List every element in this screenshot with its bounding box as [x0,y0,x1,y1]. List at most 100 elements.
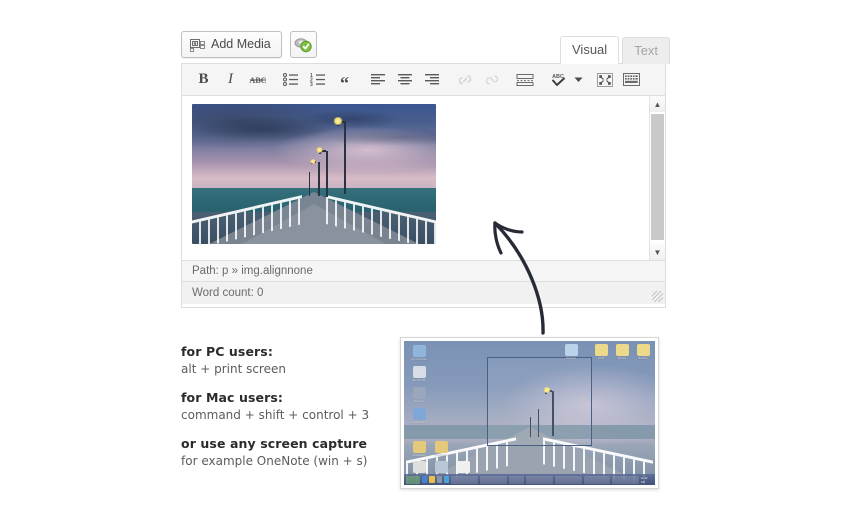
desktop-icon-left-5[interactable]: Documents [430,441,452,457]
desktop-icon-label: Downloads [412,454,426,457]
add-media-label: Add Media [211,37,271,51]
desktop-icon-glyph [412,408,426,420]
tab-visual[interactable]: Visual [560,36,620,64]
editor-toolbar: B I ABC 1 2 3 “ ABC [182,64,665,96]
desktop-taskbar[interactable]: 11:42 AM [404,474,655,485]
insert-link-icon[interactable] [451,67,478,93]
svg-text:3: 3 [310,82,313,86]
quicklaunch-icon-0[interactable] [422,476,428,483]
desktop-icon-glyph [412,441,426,453]
desktop-icon-right-4[interactable]: Projects [653,344,655,360]
bulleted-list-icon[interactable] [277,67,304,93]
desktop-icon-label: Recycle Bin [412,379,426,382]
taskbar-item-0[interactable] [451,475,478,484]
photo-lamp-4 [309,172,310,196]
blockquote-icon[interactable]: “ [331,67,358,93]
instruction-mac: for Mac users: command + shift + control… [181,390,381,422]
desktop-screen: My Computer Recycle Bin Network Control … [404,341,655,485]
taskbar-item-6[interactable] [612,475,639,484]
word-count-text: Word count: 0 [192,287,264,299]
scrollbar-down-arrow[interactable]: ▼ [650,244,665,260]
annotation-arrow [468,205,578,335]
spellcheck-icon[interactable]: ABC [544,67,571,93]
taskbar-clock[interactable]: 11:42 AM [641,476,653,484]
desktop-icon-left-2[interactable]: Network [408,387,430,403]
editor-scrollbar[interactable]: ▲ ▼ [649,96,665,260]
desktop-icon-label: Backup [638,357,648,360]
instruction-pc-heading: for PC users: [181,344,273,359]
desktop-icon-glyph [456,461,470,473]
photo-lamp-3 [310,159,320,196]
desktop-icon-right-1[interactable]: Work [590,344,612,360]
screenshot-root: Add Media Visual Text B I ABC 1 2 3 “ AB… [0,0,851,515]
desktop-icon-label: Media [653,401,655,404]
editor-path-statusbar: Path: p » img.alignnone [182,260,665,281]
taskbar-start-button[interactable] [406,475,421,484]
read-more-icon[interactable] [511,67,538,93]
desktop-icon-left-4[interactable]: Downloads [408,441,430,457]
desktop-icon-right-2[interactable]: Photos [611,344,633,360]
seo-check-badge-button[interactable] [289,31,317,58]
align-right-icon[interactable] [418,67,445,93]
quicklaunch-icon-2[interactable] [436,476,443,483]
desktop-icon-glyph [412,345,426,357]
desktop-icon-label: My Computer [411,358,427,361]
spellcheck-dropdown-icon[interactable] [571,67,585,93]
taskbar-item-4[interactable] [555,475,582,484]
photo-clouds [192,104,436,188]
italic-icon[interactable]: I [217,67,244,93]
path-status-text: Path: p » img.alignnone [192,265,313,277]
desktop-icon-label: Shared [653,450,655,453]
unlink-icon[interactable] [478,67,505,93]
desktop-icon-label: Screens [566,357,576,360]
align-center-icon[interactable] [391,67,418,93]
bold-icon[interactable]: B [190,67,217,93]
instruction-pc: for PC users: alt + print screen [181,344,381,376]
scrollbar-thumb[interactable] [651,114,664,240]
kitchen-sink-icon[interactable] [618,67,645,93]
desktop-icon-right-0[interactable]: Screens [560,344,582,360]
screen-capture-selection[interactable] [486,356,593,447]
align-left-icon[interactable] [364,67,391,93]
strikethrough-icon[interactable]: ABC [244,67,271,93]
seo-check-badge-icon [294,37,313,53]
desktop-icon-left-0[interactable]: My Computer [408,345,430,361]
instructions-block: for PC users: alt + print screen for Mac… [181,344,381,482]
photo-lamp-2 [316,147,328,197]
taskbar-item-5[interactable] [583,475,611,484]
taskbar-item-3[interactable] [526,475,554,484]
desktop-icon-glyph [615,344,629,356]
add-media-button[interactable]: Add Media [181,31,282,58]
numbered-list-icon[interactable]: 1 2 3 [304,67,331,93]
quicklaunch-icon-1[interactable] [429,476,435,483]
desktop-icon-glyph [594,344,608,356]
desktop-icon-right-11[interactable]: Shared [653,437,655,453]
desktop-icon-left-1[interactable]: Recycle Bin [408,366,430,382]
editor-resize-handle[interactable] [652,291,663,302]
fullscreen-icon[interactable] [591,67,618,93]
desktop-icon-left-3[interactable]: Control Panel [408,408,430,424]
taskbar-item-2[interactable] [508,475,525,484]
taskbar-item-1[interactable] [479,475,507,484]
media-buttons-row: Add Media [181,31,317,58]
instruction-other: or use any screen capture for example On… [181,436,381,468]
editor-mode-tabs: Visual Text [560,36,673,64]
photo-lamp-1 [333,117,346,194]
desktop-icon-right-3[interactable]: Backup [632,344,654,360]
editor-content-area[interactable]: ▲ ▼ [182,96,665,260]
desktop-icon-label: Documents [434,454,448,457]
scrollbar-up-arrow[interactable]: ▲ [650,96,665,112]
inserted-pier-image[interactable] [192,104,436,244]
scrollbar-track[interactable] [650,112,665,244]
desktop-icon-glyph [434,461,448,473]
desktop-icon-label: Work [597,357,604,360]
desktop-icon-glyph [636,344,650,356]
editor-wordcount-bar: Word count: 0 [182,281,665,304]
desktop-icon-right-8[interactable]: Media [653,388,655,404]
tab-text-label: Text [634,43,659,58]
desktop-icon-label: Control Panel [411,421,427,424]
tab-text[interactable]: Text [622,37,671,64]
quicklaunch-icon-3[interactable] [444,476,450,483]
tab-visual-label: Visual [572,42,608,57]
desktop-screenshot-thumbnail[interactable]: My Computer Recycle Bin Network Control … [400,337,659,489]
